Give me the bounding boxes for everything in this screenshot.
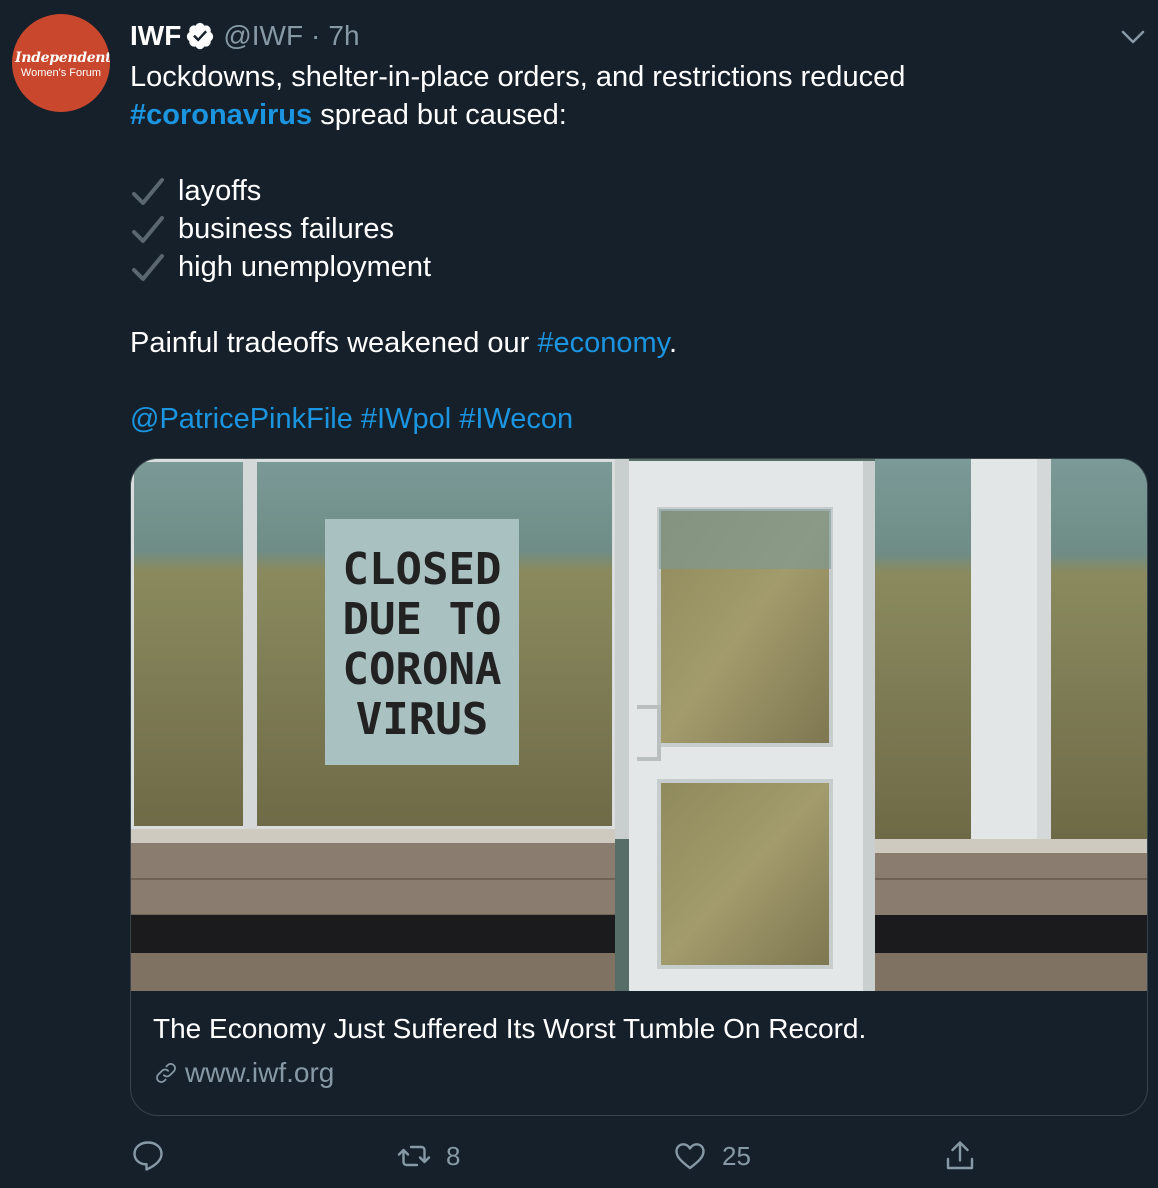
- storefront-illustration: CLOSED DUE TO CORONA VIRUS: [131, 459, 1147, 991]
- checklist-item: layoffs: [130, 172, 1130, 210]
- checklist-item-label: layoffs: [178, 175, 262, 207]
- avatar-logo-line2: Women's Forum: [20, 67, 102, 79]
- mention-link[interactable]: @PatricePinkFile: [130, 403, 353, 435]
- sign-line-4: VIRUS: [356, 694, 488, 745]
- card-url[interactable]: www.iwf.org: [153, 1057, 334, 1089]
- check-mark-icon: [132, 254, 164, 281]
- sign-line-2: DUE TO: [343, 594, 502, 645]
- tweet-text-fragment: Painful tradeoffs weakened our: [130, 327, 538, 359]
- verified-badge-icon: [187, 22, 214, 50]
- like-count: 25: [722, 1140, 751, 1171]
- tweet-timestamp[interactable]: 7h: [328, 20, 359, 52]
- closed-sign: CLOSED DUE TO CORONA VIRUS: [343, 544, 502, 745]
- hashtag-economy-link[interactable]: #economy: [537, 327, 669, 359]
- check-mark-icon: [132, 178, 164, 205]
- avatar-logo-line1: Independent: [15, 50, 110, 66]
- link-card[interactable]: CLOSED DUE TO CORONA VIRUS The Economy J…: [130, 458, 1148, 1116]
- checklist-item-label: high unemployment: [178, 251, 432, 283]
- chevron-down-icon[interactable]: [1118, 22, 1148, 52]
- author-name[interactable]: IWF: [130, 20, 181, 52]
- retweet-button[interactable]: 8: [396, 1134, 460, 1178]
- like-button[interactable]: 25: [672, 1134, 751, 1178]
- avatar[interactable]: Independent Women's Forum: [12, 14, 110, 112]
- sign-line-1: CLOSED: [343, 544, 502, 595]
- link-icon: [156, 1063, 176, 1083]
- heart-icon: [675, 1143, 705, 1170]
- card-title[interactable]: The Economy Just Suffered Its Worst Tumb…: [153, 1013, 866, 1045]
- tweet-actions: 8 25: [0, 1134, 1158, 1178]
- card-image[interactable]: CLOSED DUE TO CORONA VIRUS: [131, 459, 1147, 991]
- retweet-count: 8: [446, 1140, 461, 1171]
- reply-button[interactable]: [130, 1134, 166, 1178]
- tweet-text-line: @PatricePinkFile #IWpol #IWecon: [130, 400, 1130, 438]
- reply-icon: [133, 1141, 163, 1171]
- tweet-text-line: Painful tradeoffs weakened our #economy.: [130, 324, 1130, 362]
- checklist-item: business failures: [130, 210, 1130, 248]
- hashtag-iwpol-link[interactable]: #IWpol: [361, 403, 451, 435]
- checklist-item: high unemployment: [130, 248, 1130, 286]
- retweet-icon: [397, 1145, 431, 1167]
- share-button[interactable]: [942, 1134, 978, 1178]
- hashtag-iwecon-link[interactable]: #IWecon: [459, 403, 573, 435]
- tweet-text-fragment: spread but caused:: [312, 99, 567, 131]
- author-handle[interactable]: @IWF: [223, 20, 303, 52]
- separator-dot: ·: [311, 20, 321, 51]
- checklist-item-label: business failures: [178, 213, 394, 245]
- card-url-text: www.iwf.org: [185, 1057, 335, 1088]
- tweet-text-line: #coronavirus spread but caused:: [130, 96, 1130, 134]
- tweet-text: Lockdowns, shelter-in-place orders, and …: [130, 58, 1130, 438]
- sign-line-3: CORONA: [343, 644, 502, 695]
- tweet-text-line: Lockdowns, shelter-in-place orders, and …: [130, 61, 906, 93]
- tweet[interactable]: Independent Women's Forum IWF @IWF · 7h …: [0, 0, 1158, 1188]
- tweet-text-fragment: .: [669, 327, 678, 359]
- share-icon: [946, 1141, 974, 1170]
- hashtag-coronavirus-link[interactable]: #coronavirus: [130, 99, 312, 131]
- tweet-header: IWF @IWF · 7h: [130, 16, 360, 56]
- check-mark-icon: [132, 216, 164, 243]
